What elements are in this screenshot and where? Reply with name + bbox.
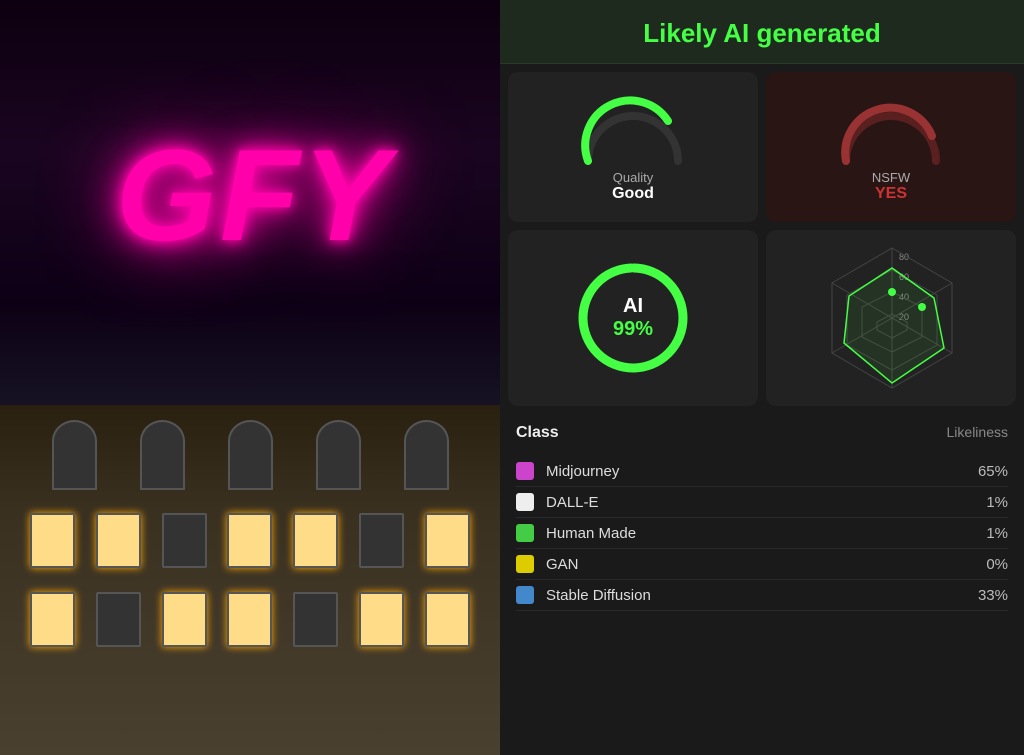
window: [404, 420, 449, 490]
window: [52, 420, 97, 490]
class-percent: 1%: [968, 494, 1008, 511]
class-row: Stable Diffusion 33%: [516, 580, 1008, 611]
class-percent: 65%: [968, 463, 1008, 480]
window: [30, 513, 75, 568]
nsfw-gauge-card: NSFW YES: [766, 72, 1016, 222]
ai-gauge-card: AI 99%: [508, 230, 758, 406]
window: [162, 592, 207, 647]
quality-gauge-svg: [578, 96, 688, 166]
image-panel: G F Y: [0, 0, 500, 755]
quality-label: Quality: [613, 170, 653, 185]
class-color-box: [516, 524, 534, 542]
window: [227, 513, 272, 568]
nsfw-gauge-svg: [836, 96, 946, 166]
result-title: Likely AI generated: [520, 18, 1004, 49]
window: [293, 513, 338, 568]
radar-svg: 80 60 40 20: [804, 238, 979, 398]
window: [30, 592, 75, 647]
class-section: Class Likeliness Midjourney 65% DALL-E 1…: [500, 414, 1024, 631]
ai-text-overlay: AI 99%: [613, 295, 653, 341]
window: [316, 420, 361, 490]
class-name: Human Made: [546, 525, 968, 542]
building: [0, 405, 500, 755]
quality-value: Good: [612, 185, 654, 203]
ai-percent: 99%: [613, 318, 653, 341]
class-color-box: [516, 493, 534, 511]
window: [425, 513, 470, 568]
window: [228, 420, 273, 490]
window: [227, 592, 272, 647]
result-header: Likely AI generated: [500, 0, 1024, 64]
neon-sign: G F Y: [20, 120, 480, 270]
window: [293, 592, 338, 647]
class-name: Stable Diffusion: [546, 587, 968, 604]
ai-gauge-wrapper: AI 99%: [568, 253, 698, 383]
quality-gauge-card: Quality Good: [508, 72, 758, 222]
class-color-box: [516, 555, 534, 573]
window: [359, 592, 404, 647]
class-row: Human Made 1%: [516, 518, 1008, 549]
radar-chart-card: 80 60 40 20: [766, 230, 1016, 406]
class-percent: 0%: [968, 556, 1008, 573]
class-rows-container: Midjourney 65% DALL-E 1% Human Made 1% G…: [516, 456, 1008, 611]
window: [359, 513, 404, 568]
class-col-header: Class: [516, 424, 559, 442]
class-name: DALL-E: [546, 494, 968, 511]
class-color-box: [516, 586, 534, 604]
gauges-grid: Quality Good NSFW YES: [500, 64, 1024, 414]
class-row: GAN 0%: [516, 549, 1008, 580]
window: [140, 420, 185, 490]
nsfw-label: NSFW: [872, 170, 910, 185]
class-color-box: [516, 462, 534, 480]
class-name: GAN: [546, 556, 968, 573]
ai-label: AI: [613, 295, 653, 318]
class-header-row: Class Likeliness: [516, 424, 1008, 446]
window: [96, 513, 141, 568]
class-percent: 1%: [968, 525, 1008, 542]
nsfw-value: YES: [875, 185, 907, 203]
window: [162, 513, 207, 568]
likeliness-col-header: Likeliness: [947, 424, 1008, 442]
window: [96, 592, 141, 647]
class-row: Midjourney 65%: [516, 456, 1008, 487]
window: [425, 592, 470, 647]
class-name: Midjourney: [546, 463, 968, 480]
results-panel: Likely AI generated Quality Good NSFW YE…: [500, 0, 1024, 755]
class-row: DALL-E 1%: [516, 487, 1008, 518]
class-percent: 33%: [968, 587, 1008, 604]
